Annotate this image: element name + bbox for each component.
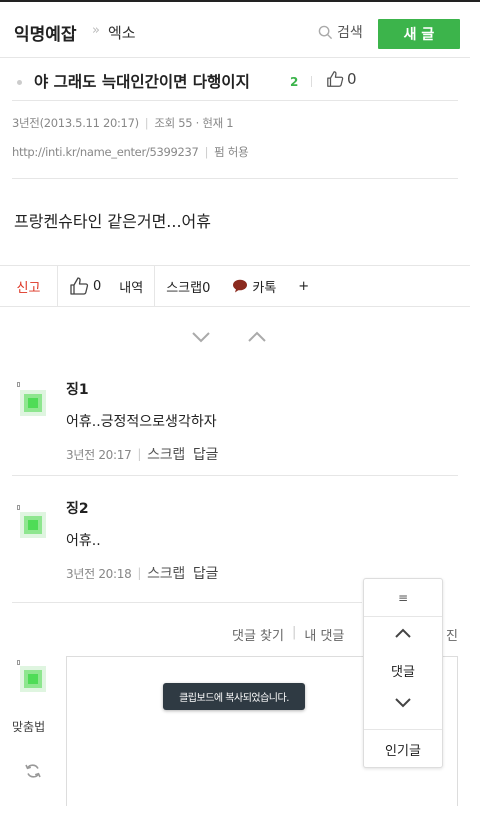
chevron-up-icon [395, 628, 411, 638]
comment-scrap-button[interactable]: 스크랩 [147, 563, 185, 583]
spell-check-button[interactable]: 맞춤법 [12, 718, 45, 735]
find-comment-link[interactable]: 댓글 찾기 [232, 625, 284, 644]
breadcrumb-separator: » [92, 23, 100, 38]
share-permission: 펌 허용 [214, 145, 249, 159]
refresh-icon[interactable] [24, 762, 42, 780]
post-datetime: (2013.5.11 20:17) [39, 116, 140, 130]
board-name[interactable]: 엑소 [108, 22, 136, 43]
post-title: 야 그래도 늑대인간이면 다행이지 [34, 73, 250, 91]
edge-partial-text: 진 [446, 629, 458, 644]
thumbs-up-icon [70, 277, 89, 295]
comment-reply-button[interactable]: 답글 [193, 444, 218, 464]
comment-time: 3년전 20:17 [66, 447, 132, 462]
comment-author: 징1 [66, 382, 89, 398]
comment-meta: 3년전 20:17 | 스크랩 답글 [66, 444, 218, 464]
page-nav-chevrons [190, 330, 268, 344]
comment-author: 징2 [66, 501, 89, 517]
comment-marker-icon [17, 660, 20, 665]
chevron-down-icon [395, 698, 411, 708]
post-body: 프랑켄슈타인 같은거면...어휴 [14, 212, 211, 231]
post-time-ago: 3년전 [12, 116, 40, 130]
site-title[interactable]: 익명예잡 [14, 20, 77, 45]
post-comment-count: 2 [290, 75, 299, 89]
comment-scrap-button[interactable]: 스크랩 [147, 444, 185, 464]
scrap-button[interactable]: 스크랩0 [155, 266, 221, 306]
speech-bubble-icon [233, 279, 248, 293]
comment-marker-icon [17, 382, 20, 387]
kakao-share-button[interactable]: 카톡 [221, 266, 287, 306]
comment-marker-icon [17, 505, 20, 510]
comment-reply-button[interactable]: 답글 [193, 563, 218, 583]
comment-time: 3년전 20:18 [66, 566, 132, 581]
comments-jump-label[interactable]: 댓글 [364, 661, 442, 680]
title-divider [12, 100, 458, 101]
post-url[interactable]: http://inti.kr/name_enter/5399237 [12, 145, 199, 159]
clipboard-toast: 클립보드에 복사되었습니다. [163, 683, 305, 710]
meta-divider [12, 178, 458, 179]
post-meta: 3년전(2013.5.11 20:17) | 조회 55 · 현재 1 [12, 116, 234, 130]
chevron-up-icon[interactable] [246, 330, 268, 344]
kakao-label: 카톡 [252, 280, 277, 296]
search-icon [318, 25, 333, 39]
floating-nav-panel: ≡ 댓글 인기글 [363, 578, 443, 768]
avatar [20, 512, 46, 538]
report-button[interactable]: 신고 [0, 266, 58, 306]
menu-icon[interactable]: ≡ [364, 579, 442, 617]
search-button[interactable]: 검색 [318, 22, 363, 42]
scroll-up-button[interactable] [364, 627, 442, 639]
header-divider [0, 57, 470, 58]
scroll-down-button[interactable] [364, 697, 442, 709]
bullet-icon [17, 80, 22, 85]
more-button[interactable]: + [287, 266, 320, 306]
like-button[interactable]: 0 내역 [58, 266, 156, 306]
like-count: 0 [93, 278, 102, 294]
chevron-down-icon[interactable] [190, 330, 212, 344]
avatar [20, 390, 46, 416]
avatar [20, 666, 46, 692]
popular-posts-button[interactable]: 인기글 [364, 729, 442, 768]
comment-text: 어휴.. [66, 533, 101, 549]
thumbs-up-icon [327, 71, 344, 87]
search-label: 검색 [337, 25, 363, 41]
divider [311, 76, 312, 87]
comment-text: 어휴..긍정적으로생각하자 [66, 414, 217, 430]
post-url-row: http://inti.kr/name_enter/5399237 | 펌 허용 [12, 145, 249, 159]
post-like-button[interactable]: 0 [326, 70, 357, 88]
post-like-count: 0 [347, 70, 357, 88]
comment-divider [12, 602, 362, 603]
comment-divider [12, 475, 458, 476]
post-action-bar: 신고 0 내역 스크랩0 카톡 + [0, 265, 470, 307]
comment-nav-row: 댓글 찾기 | 내 댓글 [232, 625, 345, 644]
post-views: 조회 55 · 현재 1 [154, 116, 234, 130]
comment-meta: 3년전 20:18 | 스크랩 답글 [66, 563, 218, 583]
my-comment-link[interactable]: 내 댓글 [304, 625, 344, 644]
history-link[interactable]: 내역 [119, 277, 143, 296]
top-border [0, 0, 480, 2]
new-post-button[interactable]: 새 글 [378, 19, 460, 49]
